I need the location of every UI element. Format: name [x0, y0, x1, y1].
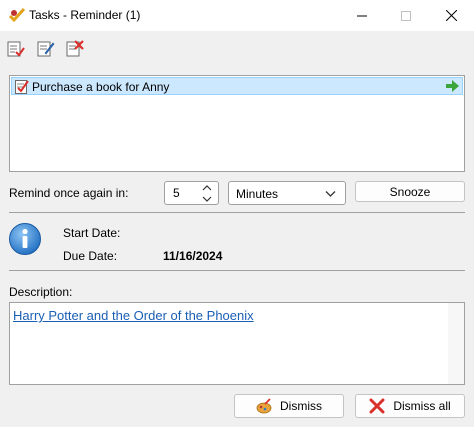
description-scrollbar[interactable]: [448, 303, 464, 384]
mark-complete-button[interactable]: [7, 40, 25, 58]
red-x-icon: [369, 398, 385, 414]
remind-unit-select[interactable]: Minutes: [228, 181, 346, 205]
divider: [9, 212, 465, 213]
toolbar: [0, 31, 474, 67]
start-date-label: Start Date:: [63, 226, 121, 240]
dismiss-icon: [256, 398, 272, 414]
dismiss-all-label: Dismiss all: [393, 399, 451, 413]
minimize-icon: [357, 15, 367, 16]
remind-unit-value: Minutes: [236, 187, 279, 201]
delete-task-button[interactable]: [66, 40, 84, 58]
window-title: Tasks - Reminder (1): [29, 8, 141, 22]
mark-complete-icon: [7, 41, 25, 57]
dismiss-all-button[interactable]: Dismiss all: [355, 394, 465, 418]
info-icon: [9, 223, 41, 255]
due-date-label: Due Date:: [63, 249, 118, 263]
delete-task-icon: [66, 40, 84, 57]
list-item[interactable]: Purchase a book for Anny: [11, 77, 463, 95]
task-list[interactable]: Purchase a book for Anny: [9, 75, 465, 172]
close-icon: [445, 10, 457, 21]
edit-task-button[interactable]: [37, 40, 55, 58]
remind-label: Remind once again in:: [9, 186, 129, 200]
due-date-value: 11/16/2024: [163, 249, 223, 263]
maximize-icon: [401, 10, 411, 21]
chevron-down-icon[interactable]: [202, 195, 212, 203]
dismiss-label: Dismiss: [280, 399, 322, 413]
divider: [9, 270, 465, 271]
task-checklist-icon: [15, 80, 29, 94]
remind-interval-stepper[interactable]: 5: [164, 181, 219, 205]
maximize-button[interactable]: [383, 0, 429, 31]
go-arrow-icon[interactable]: [446, 80, 459, 92]
dropdown-chevron-icon: [325, 191, 336, 197]
title-bar: Tasks - Reminder (1): [0, 0, 474, 31]
dismiss-button[interactable]: Dismiss: [234, 394, 344, 418]
description-label: Description:: [9, 285, 73, 299]
minimize-button[interactable]: [339, 0, 385, 31]
remind-interval-value[interactable]: 5: [173, 186, 180, 200]
snooze-button[interactable]: Snooze: [355, 181, 465, 202]
description-link[interactable]: Harry Potter and the Order of the Phoeni…: [13, 308, 254, 323]
description-box[interactable]: Harry Potter and the Order of the Phoeni…: [9, 302, 465, 385]
chevron-up-icon[interactable]: [202, 184, 212, 192]
task-label: Purchase a book for Anny: [32, 80, 170, 94]
close-button[interactable]: [428, 0, 474, 31]
edit-task-icon: [37, 41, 55, 57]
app-logo-icon: [8, 7, 26, 23]
